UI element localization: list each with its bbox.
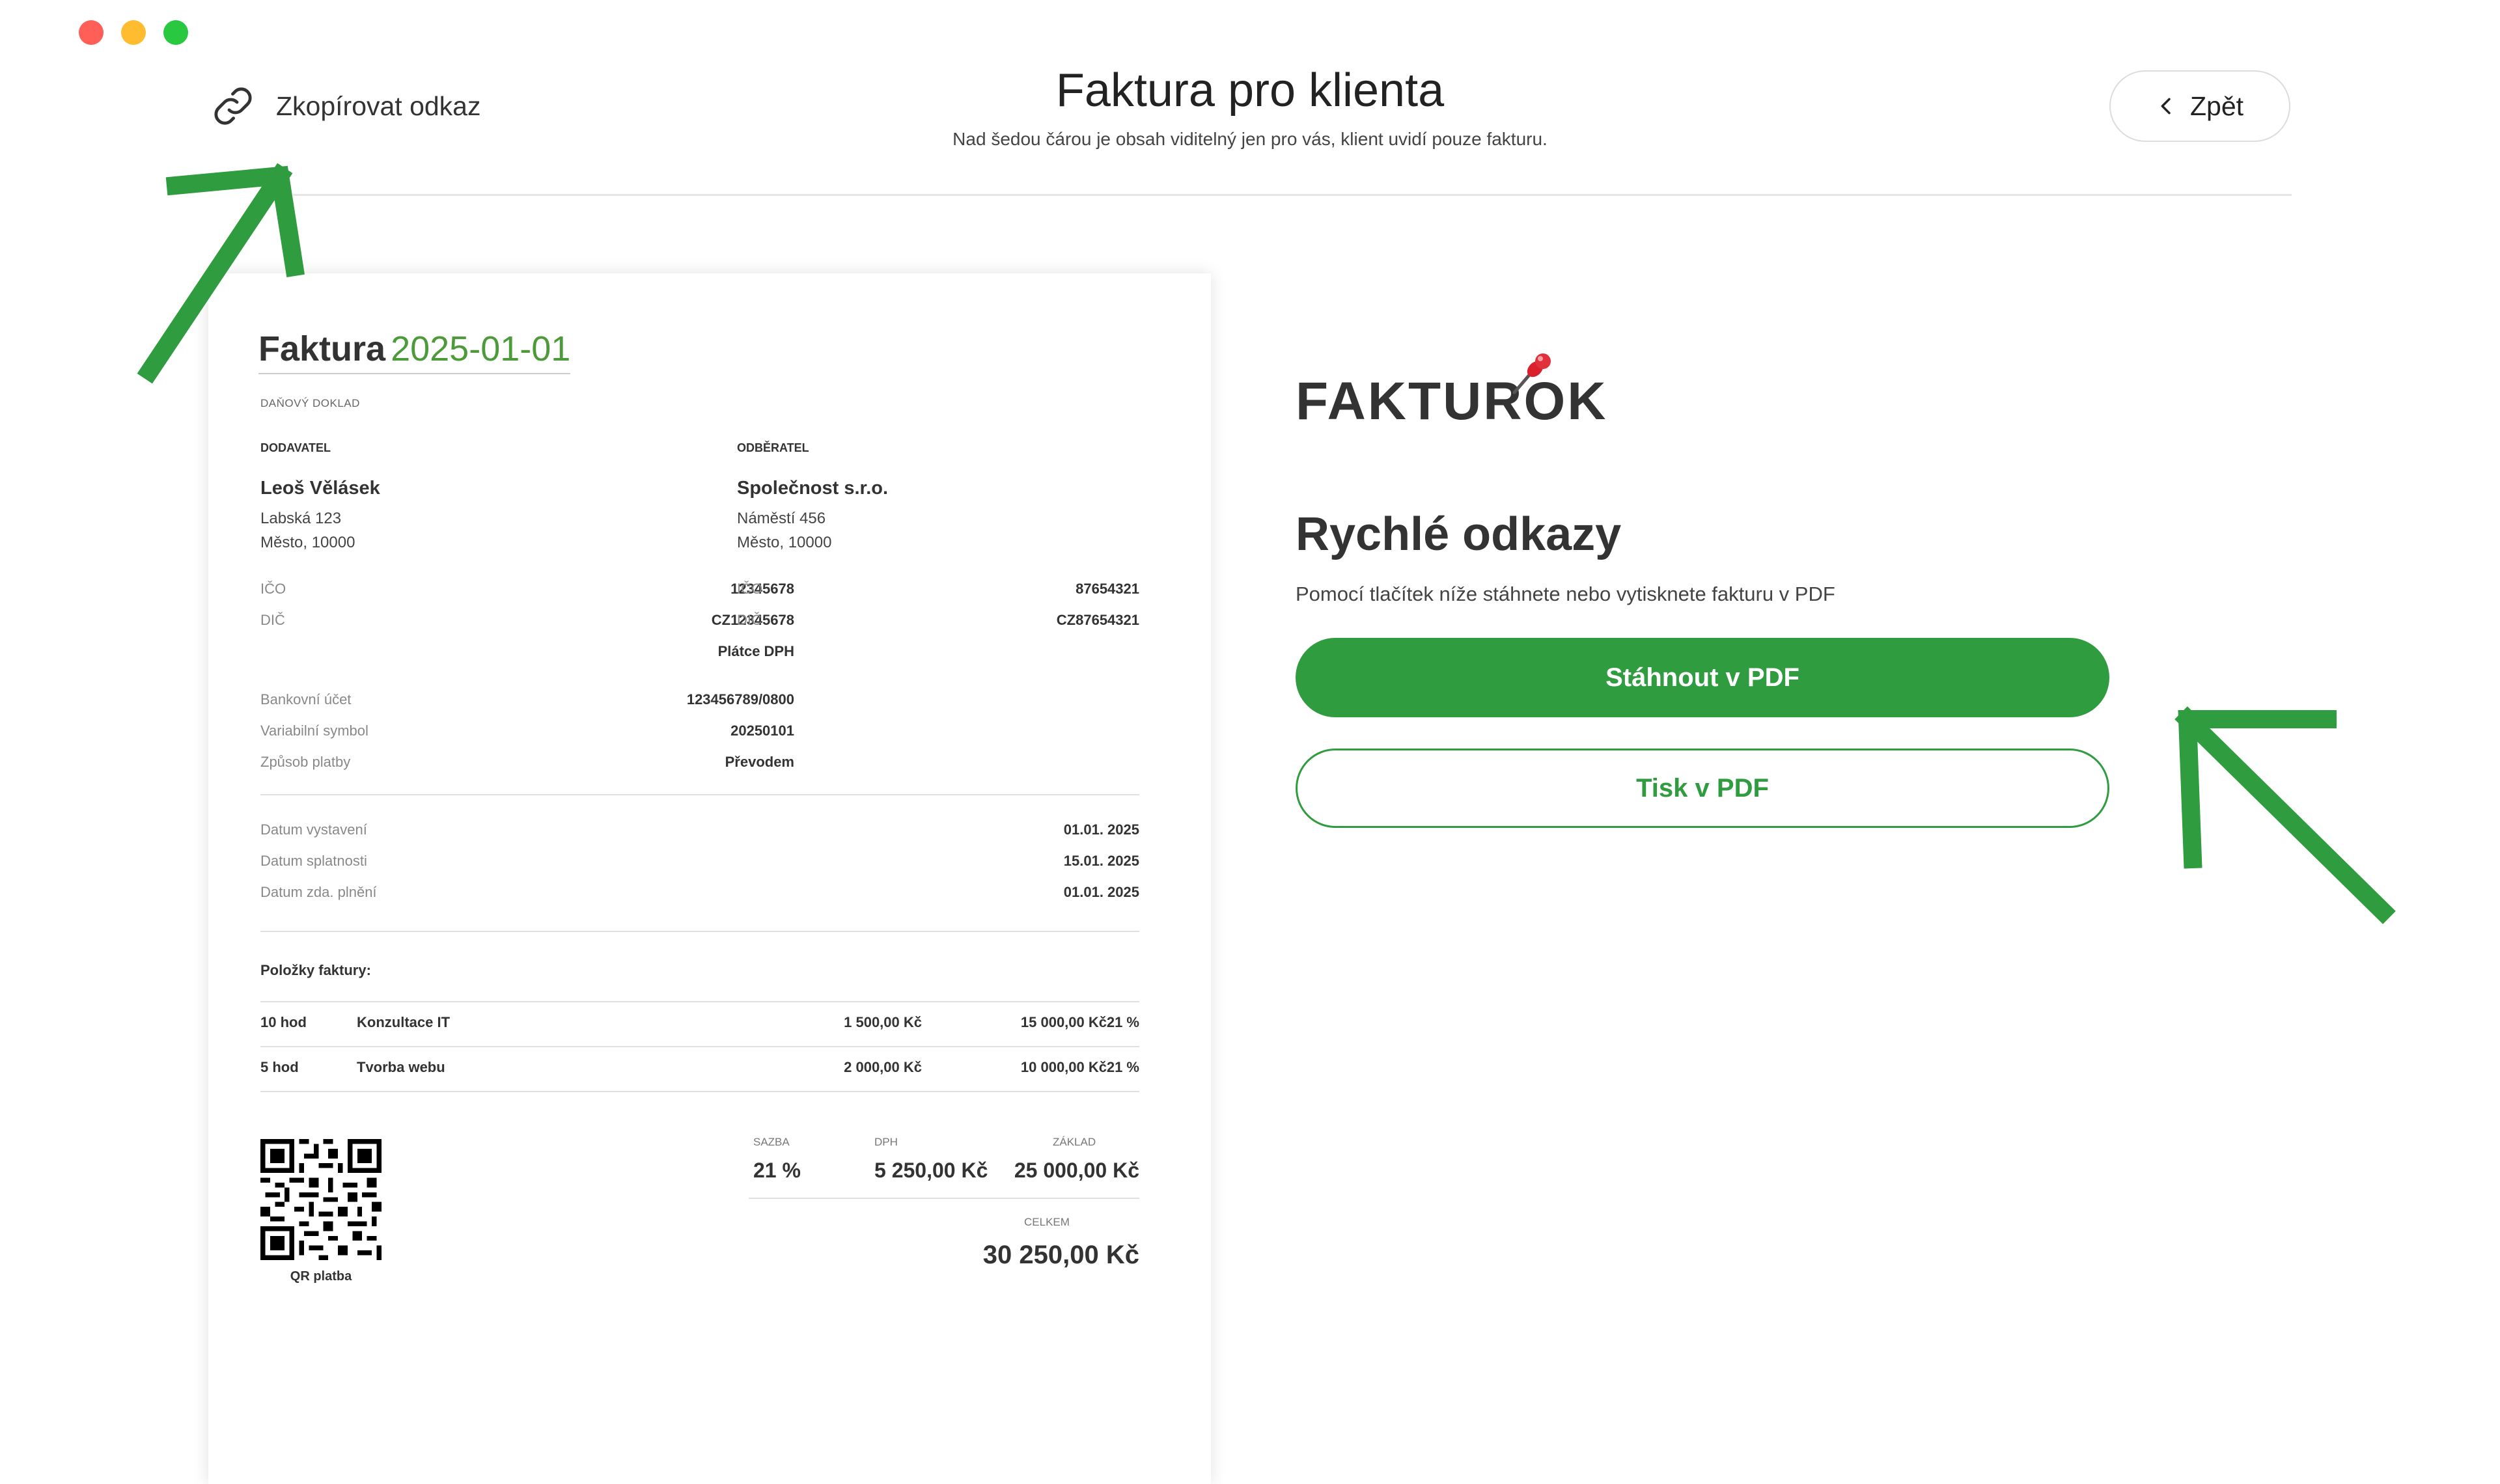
payment-method: Převodem bbox=[725, 754, 794, 770]
invoice-number: 2025-01-01 bbox=[391, 329, 571, 368]
customer-heading: ODBĚRATEL bbox=[737, 441, 809, 454]
item-vat: 21 % bbox=[1106, 1014, 1139, 1030]
invoice-document: Faktura 2025-01-01 DAŇOVÝ DOKLAD DODAVATE… bbox=[208, 273, 1211, 1484]
supplier-dic: CZ12345678 bbox=[711, 612, 794, 628]
item-total: 15 000,00 Kč bbox=[1020, 1014, 1107, 1030]
divider bbox=[260, 1046, 1139, 1047]
visibility-divider bbox=[293, 194, 2292, 196]
supplier-city: Město, 10000 bbox=[260, 534, 355, 551]
customer-street: Náměstí 456 bbox=[737, 510, 826, 527]
tax-date-label: Datum zda. plnění bbox=[260, 884, 377, 900]
variable-symbol-label: Variabilní symbol bbox=[260, 722, 368, 739]
total-value: 30 250,00 Kč bbox=[982, 1241, 1139, 1269]
window-controls bbox=[79, 20, 188, 45]
vat-value: 5 250,00 Kč bbox=[874, 1159, 988, 1182]
back-button[interactable]: Zpět bbox=[2109, 70, 2290, 142]
issue-date-label: Datum vystavení bbox=[260, 821, 367, 838]
back-label: Zpět bbox=[2189, 90, 2244, 121]
pushpin-icon bbox=[1512, 353, 1551, 394]
total-label: CELKEM bbox=[1024, 1216, 1070, 1228]
maximize-window-dot[interactable] bbox=[163, 20, 188, 45]
rate-value: 21 % bbox=[753, 1159, 801, 1182]
tax-date: 01.01. 2025 bbox=[1063, 884, 1139, 900]
bank-account: 123456789/0800 bbox=[686, 691, 794, 708]
item-qty: 5 hod bbox=[260, 1059, 299, 1075]
due-date-label: Datum splatnosti bbox=[260, 853, 367, 869]
divider bbox=[260, 1001, 1139, 1002]
due-date: 15.01. 2025 bbox=[1063, 853, 1139, 869]
customer-ico-label: IČO bbox=[737, 581, 763, 597]
payment-method-label: Způsob platby bbox=[260, 754, 351, 770]
customer-ico: 87654321 bbox=[1076, 581, 1139, 597]
item-unit-price: 1 500,00 Kč bbox=[844, 1014, 922, 1030]
supplier-ico-label: IČO bbox=[260, 581, 286, 597]
qr-label: QR platba bbox=[290, 1269, 352, 1284]
quick-links-description: Pomocí tlačítek níže stáhnete nebo vytis… bbox=[1296, 583, 1835, 605]
customer-dic: CZ87654321 bbox=[1056, 612, 1139, 628]
item-name: Konzultace IT bbox=[357, 1014, 451, 1030]
close-window-dot[interactable] bbox=[79, 20, 104, 45]
download-pdf-button[interactable]: Stáhnout v PDF bbox=[1296, 638, 2109, 717]
qr-code bbox=[260, 1139, 382, 1260]
supplier-heading: DODAVATEL bbox=[260, 441, 331, 454]
customer-dic-label: DIČ bbox=[737, 612, 762, 628]
item-total: 10 000,00 Kč bbox=[1020, 1059, 1107, 1075]
print-pdf-button[interactable]: Tisk v PDF bbox=[1296, 749, 2109, 828]
item-unit-price: 2 000,00 Kč bbox=[844, 1059, 922, 1075]
items-title: Položky faktury: bbox=[260, 962, 371, 978]
quick-links-title: Rychlé odkazy bbox=[1296, 508, 1622, 560]
divider bbox=[749, 1198, 1139, 1199]
supplier-dic-label: DIČ bbox=[260, 612, 285, 628]
customer-city: Město, 10000 bbox=[737, 534, 832, 551]
minimize-window-dot[interactable] bbox=[121, 20, 146, 45]
fakturok-logo: FAKTUROK bbox=[1296, 372, 1608, 431]
divider bbox=[260, 794, 1139, 795]
base-value: 25 000,00 Kč bbox=[1014, 1159, 1139, 1182]
bank-account-label: Bankovní účet bbox=[260, 691, 352, 708]
supplier-street: Labská 123 bbox=[260, 510, 342, 527]
rate-label: SAZBA bbox=[753, 1136, 790, 1148]
vat-label: DPH bbox=[874, 1136, 898, 1148]
vat-payer-note: Plátce DPH bbox=[717, 643, 794, 659]
supplier-name: Leoš Vělásek bbox=[260, 478, 380, 499]
doc-type: DAŇOVÝ DOKLAD bbox=[260, 397, 360, 409]
variable-symbol: 20250101 bbox=[730, 722, 794, 739]
item-qty: 10 hod bbox=[260, 1014, 307, 1030]
base-label: ZÁKLAD bbox=[1053, 1136, 1096, 1148]
customer-name: Společnost s.r.o. bbox=[737, 478, 889, 499]
divider bbox=[260, 931, 1139, 932]
supplier-ico: 12345678 bbox=[730, 581, 794, 597]
divider bbox=[260, 1091, 1139, 1092]
annotation-arrow-icon bbox=[137, 163, 305, 384]
chevron-left-icon bbox=[2161, 98, 2171, 115]
issue-date: 01.01. 2025 bbox=[1063, 821, 1139, 838]
annotation-arrow-icon bbox=[2174, 706, 2396, 924]
item-name: Tvorba webu bbox=[357, 1059, 445, 1075]
item-vat: 21 % bbox=[1106, 1059, 1139, 1075]
